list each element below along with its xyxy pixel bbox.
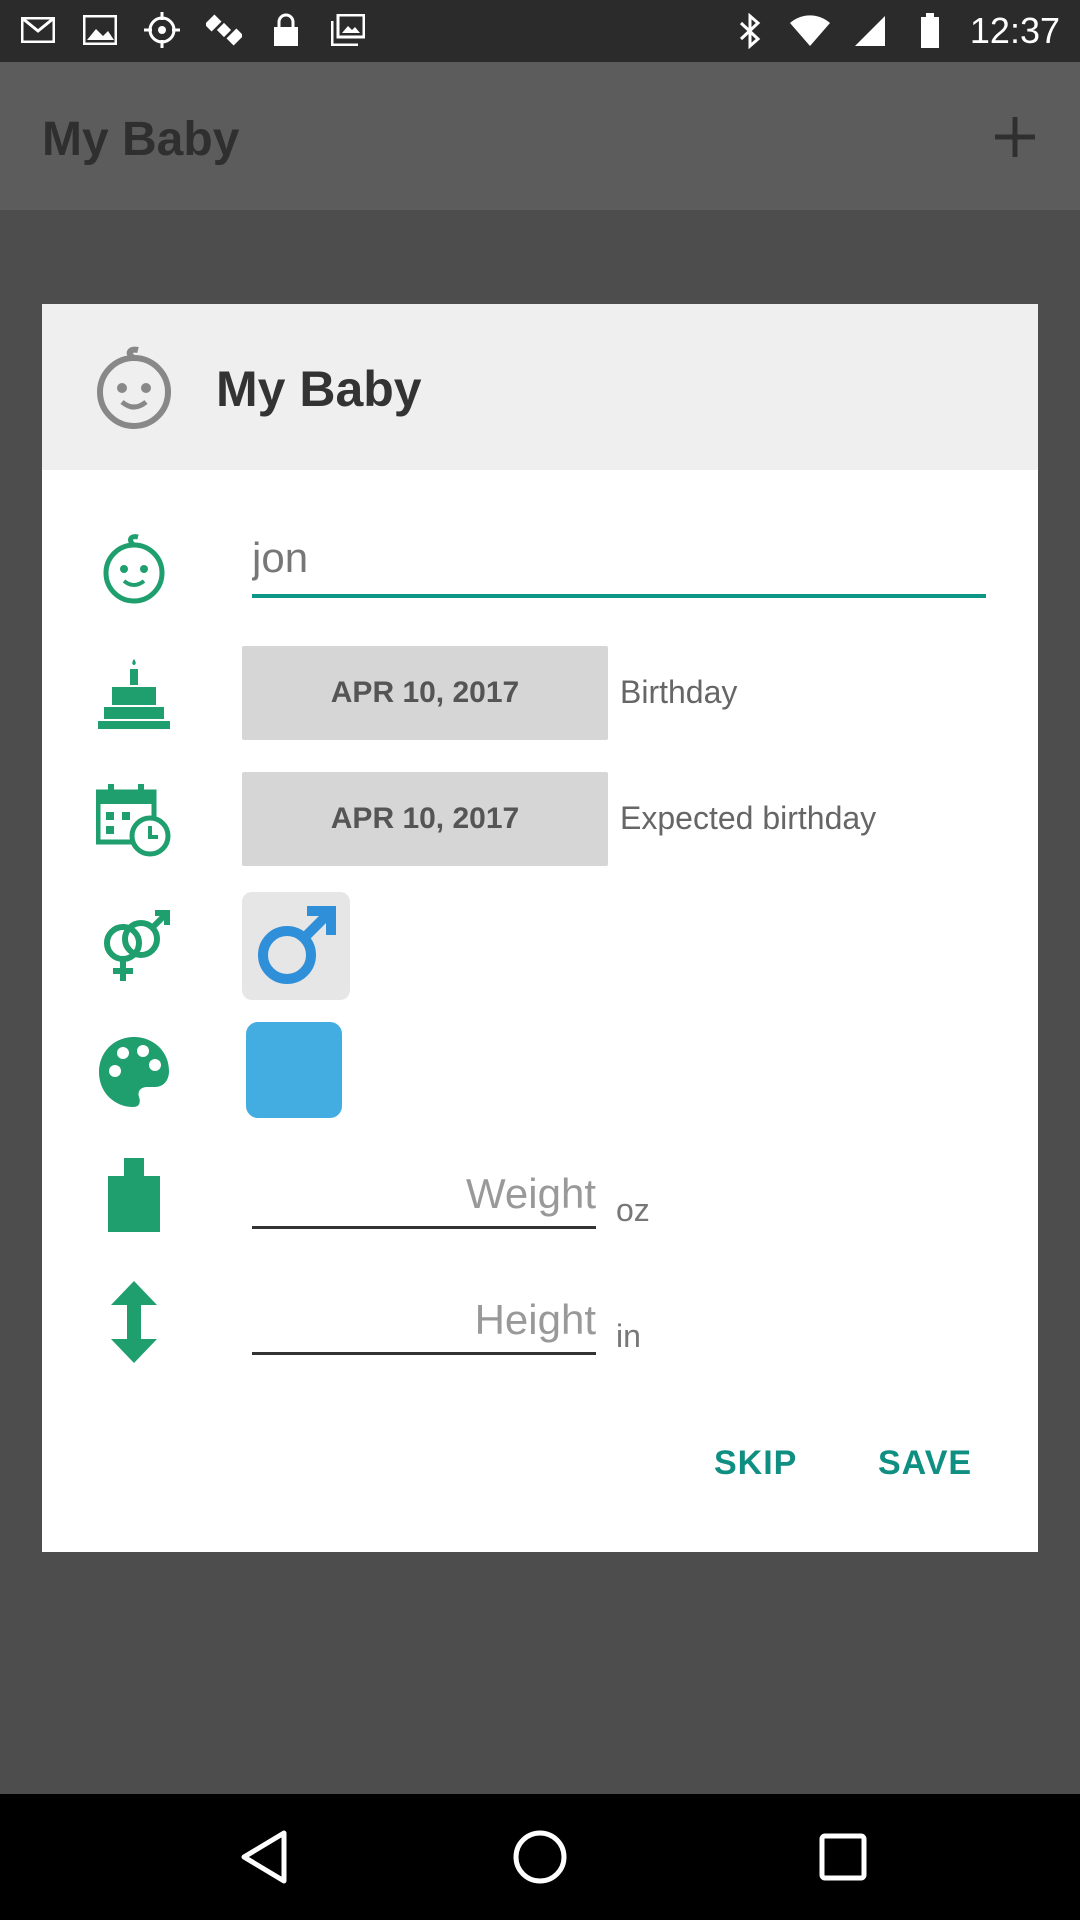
satellite-icon [204, 10, 244, 50]
app-title: My Baby [42, 113, 240, 166]
height-input[interactable] [252, 1292, 596, 1355]
status-bar: 12:37 [0, 0, 1080, 62]
weight-icon [94, 1156, 174, 1236]
palette-icon [94, 1032, 174, 1112]
dialog-header: My Baby [42, 304, 1038, 470]
save-button[interactable]: SAVE [878, 1444, 972, 1483]
baby-face-icon [92, 346, 176, 430]
birthday-cake-icon [94, 654, 174, 734]
skip-button[interactable]: SKIP [714, 1444, 797, 1483]
recents-icon[interactable] [808, 1822, 878, 1892]
image-icon [80, 10, 120, 50]
birthday-date-button[interactable]: APR 10, 2017 [242, 646, 608, 740]
weight-unit: oz [616, 1192, 650, 1228]
expected-birthday-date-button[interactable]: APR 10, 2017 [242, 772, 608, 866]
calendar-clock-icon [94, 780, 174, 860]
baby-face-icon [94, 528, 174, 608]
home-icon[interactable] [505, 1822, 575, 1892]
battery-icon [910, 11, 950, 51]
expected-birthday-label: Expected birthday [620, 800, 877, 836]
weight-input[interactable] [252, 1166, 596, 1229]
app-bar: My Baby [0, 62, 1080, 210]
signal-icon [850, 11, 890, 51]
height-unit: in [616, 1318, 641, 1354]
baby-dialog: My Baby APR 10, 2017 Birthday [42, 304, 1038, 1552]
bluetooth-icon [730, 11, 770, 51]
male-symbol-icon [258, 906, 336, 984]
navigation-bar [0, 1794, 1080, 1920]
baby-name-input[interactable] [252, 528, 986, 598]
wifi-icon [789, 11, 830, 51]
gender-symbols-icon [94, 906, 174, 986]
clock: 12:37 [969, 10, 1060, 51]
lock-icon [266, 10, 306, 50]
birthday-label: Birthday [620, 674, 738, 710]
color-swatch-button[interactable] [246, 1022, 342, 1118]
mail-icon [18, 10, 58, 50]
dialog-title: My Baby [216, 361, 422, 417]
gender-male-button[interactable] [242, 892, 350, 1000]
vertical-arrows-icon [94, 1281, 174, 1363]
back-icon[interactable] [228, 1822, 298, 1892]
plus-icon[interactable] [980, 102, 1050, 172]
fake-gps-icon [142, 10, 182, 50]
gallery-icon [328, 10, 368, 50]
